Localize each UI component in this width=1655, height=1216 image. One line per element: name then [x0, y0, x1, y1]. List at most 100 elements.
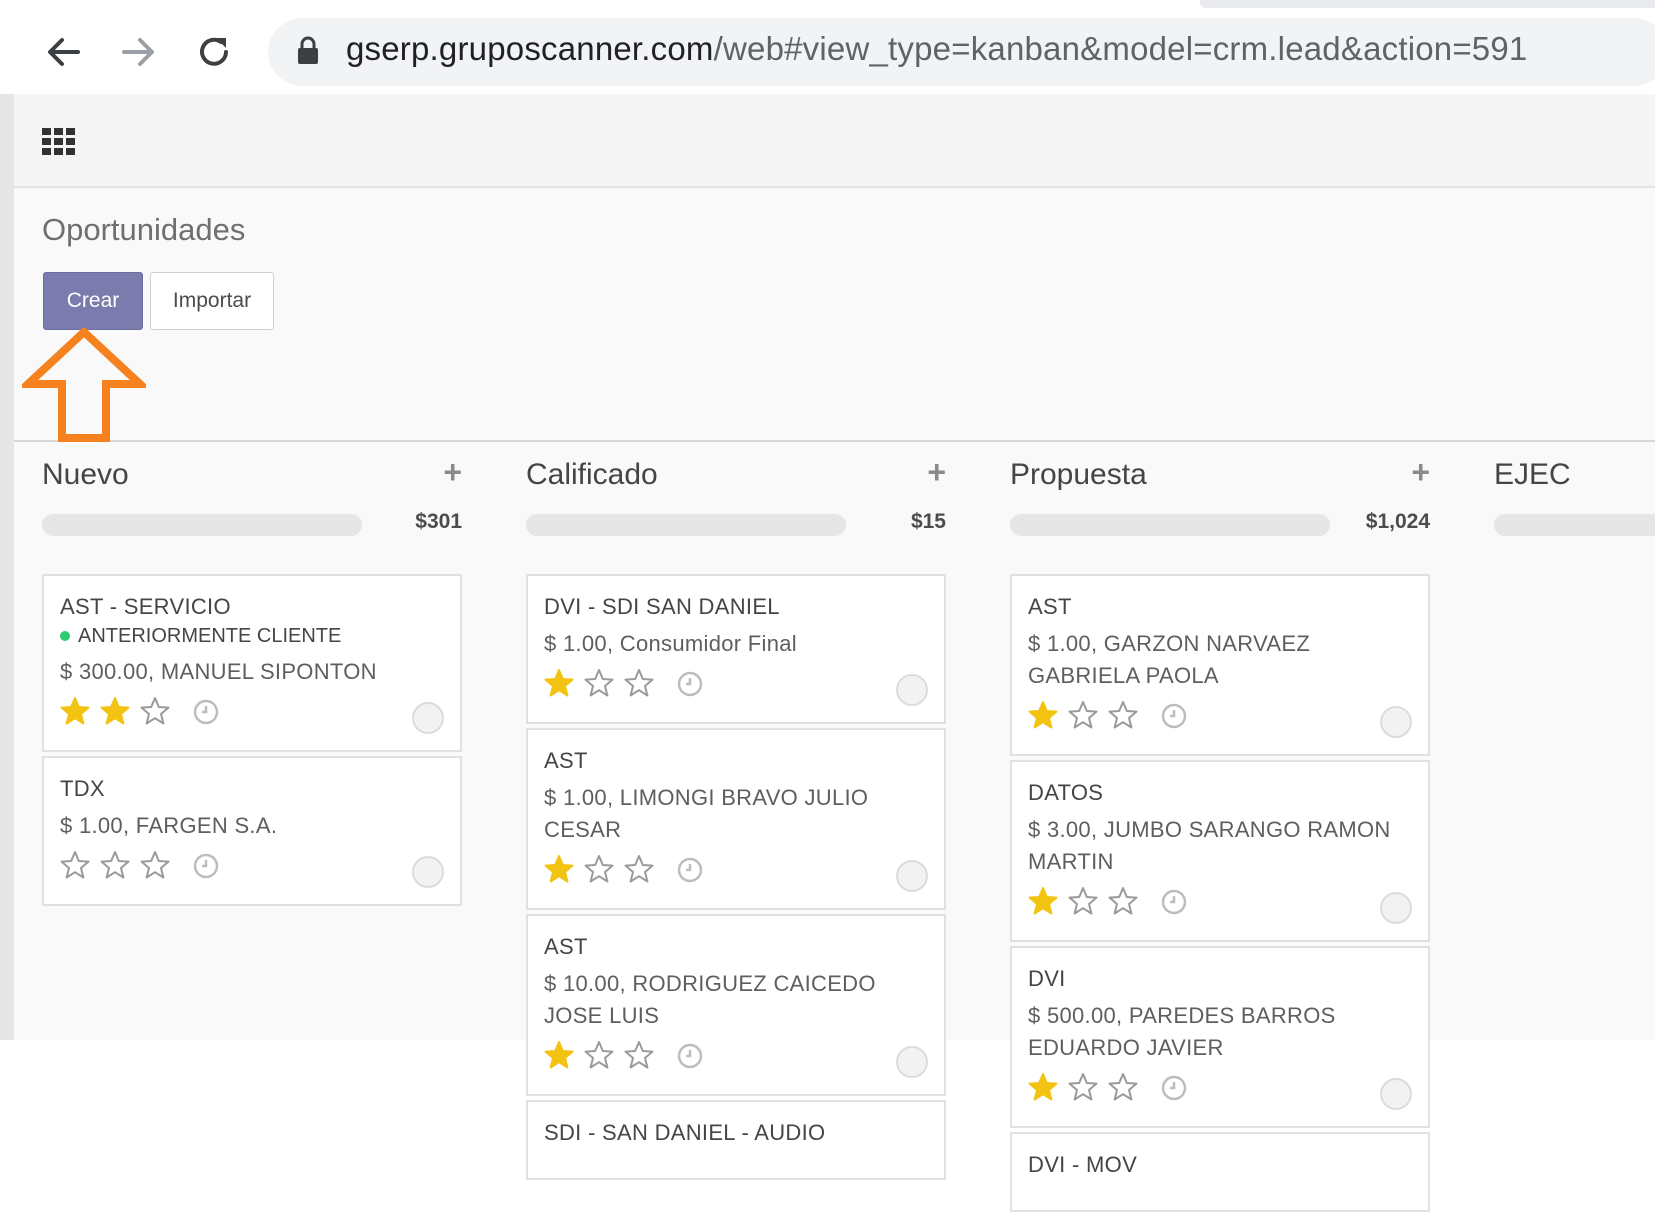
- card-tag: ANTERIORMENTE CLIENTE: [60, 622, 444, 650]
- kanban-card[interactable]: SDI - SAN DANIEL - AUDIO: [526, 1100, 946, 1180]
- column-progress-bar[interactable]: [1010, 514, 1330, 536]
- kanban-card[interactable]: DVI - MOV: [1010, 1132, 1430, 1212]
- kanban-card[interactable]: AST $ 1.00, LIMONGI BRAVO JULIO CESAR: [526, 728, 946, 910]
- star-empty-icon[interactable]: [584, 668, 614, 698]
- avatar: [896, 674, 928, 706]
- star-filled-icon[interactable]: [1028, 700, 1058, 730]
- star-empty-icon[interactable]: [1108, 700, 1138, 730]
- priority-stars[interactable]: [1028, 1072, 1138, 1102]
- tag-dot-icon: [60, 631, 70, 641]
- card-footer: [60, 694, 444, 734]
- card-info: $ 300.00, MANUEL SIPONTON: [60, 659, 377, 684]
- column-add-button[interactable]: +: [927, 454, 946, 491]
- priority-stars[interactable]: [1028, 700, 1138, 730]
- window-edge: [0, 94, 14, 1040]
- star-empty-icon[interactable]: [140, 850, 170, 880]
- star-filled-icon[interactable]: [544, 668, 574, 698]
- kanban-column-ejec: EJEC: [1494, 444, 1655, 564]
- card-footer: [1028, 698, 1412, 738]
- column-progress-bar[interactable]: [526, 514, 846, 536]
- column-add-button[interactable]: +: [1411, 454, 1430, 491]
- column-add-button[interactable]: +: [443, 454, 462, 491]
- clock-icon[interactable]: [1160, 702, 1188, 730]
- arrow-right-icon: [122, 38, 154, 66]
- card-title: SDI - SAN DANIEL - AUDIO: [544, 1120, 826, 1145]
- avatar: [896, 860, 928, 892]
- column-progress-bar[interactable]: [42, 514, 362, 536]
- card-footer: [544, 1038, 928, 1078]
- card-title: DVI - MOV: [1028, 1152, 1138, 1177]
- star-empty-icon[interactable]: [1108, 886, 1138, 916]
- main-navbar: [14, 94, 1655, 188]
- card-title: DVI: [1028, 966, 1066, 991]
- import-button[interactable]: Importar: [150, 272, 274, 330]
- card-info: $ 1.00, GARZON NARVAEZ GABRIELA PAOLA: [1028, 631, 1311, 688]
- priority-stars[interactable]: [544, 668, 654, 698]
- priority-stars[interactable]: [60, 850, 170, 880]
- star-empty-icon[interactable]: [1068, 1072, 1098, 1102]
- star-empty-icon[interactable]: [1108, 1072, 1138, 1102]
- priority-stars[interactable]: [544, 854, 654, 884]
- avatar: [1380, 706, 1412, 738]
- clock-icon[interactable]: [676, 670, 704, 698]
- column-title: EJEC: [1494, 458, 1571, 491]
- clock-icon[interactable]: [1160, 1074, 1188, 1102]
- card-info: $ 1.00, LIMONGI BRAVO JULIO CESAR: [544, 785, 869, 842]
- star-empty-icon[interactable]: [140, 696, 170, 726]
- avatar: [1380, 892, 1412, 924]
- kanban-card[interactable]: DVI - SDI SAN DANIEL $ 1.00, Consumidor …: [526, 574, 946, 724]
- star-empty-icon[interactable]: [1068, 886, 1098, 916]
- back-button[interactable]: [40, 28, 88, 76]
- column-title: Propuesta: [1010, 458, 1147, 491]
- star-empty-icon[interactable]: [624, 668, 654, 698]
- clock-icon[interactable]: [192, 698, 220, 726]
- forward-button[interactable]: [114, 28, 162, 76]
- star-empty-icon[interactable]: [60, 850, 90, 880]
- clock-icon[interactable]: [192, 852, 220, 880]
- create-button[interactable]: Crear: [43, 272, 143, 330]
- kanban-card[interactable]: DATOS $ 3.00, JUMBO SARANGO RAMON MARTIN: [1010, 760, 1430, 942]
- avatar: [1380, 1078, 1412, 1110]
- apps-grid-icon[interactable]: [42, 128, 76, 156]
- clock-icon[interactable]: [1160, 888, 1188, 916]
- star-filled-icon[interactable]: [100, 696, 130, 726]
- star-empty-icon[interactable]: [100, 850, 130, 880]
- card-footer: [1028, 884, 1412, 924]
- url-text[interactable]: gserp.gruposcanner.com/web#view_type=kan…: [346, 30, 1527, 68]
- kanban-card[interactable]: TDX $ 1.00, FARGEN S.A.: [42, 756, 462, 906]
- annotation-arrow-icon: [22, 328, 146, 442]
- kanban-card[interactable]: DVI $ 500.00, PAREDES BARROS EDUARDO JAV…: [1010, 946, 1430, 1128]
- star-filled-icon[interactable]: [60, 696, 90, 726]
- column-total: $301: [415, 510, 462, 533]
- clock-icon[interactable]: [676, 1042, 704, 1070]
- url-path: /web#view_type=kanban&model=crm.lead&act…: [713, 30, 1528, 67]
- card-title: AST: [544, 934, 588, 959]
- star-filled-icon[interactable]: [544, 1040, 574, 1070]
- card-title: DATOS: [1028, 780, 1104, 805]
- star-filled-icon[interactable]: [1028, 886, 1058, 916]
- priority-stars[interactable]: [544, 1040, 654, 1070]
- kanban-card[interactable]: AST - SERVICIO ANTERIORMENTE CLIENTE $ 3…: [42, 574, 462, 752]
- star-empty-icon[interactable]: [584, 1040, 614, 1070]
- card-footer: [1028, 1070, 1412, 1110]
- clock-icon[interactable]: [676, 856, 704, 884]
- kanban-card[interactable]: AST $ 10.00, RODRIGUEZ CAICEDO JOSE LUIS: [526, 914, 946, 1096]
- tab-strip-edge: [1200, 0, 1655, 8]
- star-empty-icon[interactable]: [584, 854, 614, 884]
- priority-stars[interactable]: [60, 696, 170, 726]
- avatar: [412, 702, 444, 734]
- column-total: $1,024: [1365, 510, 1430, 533]
- star-empty-icon[interactable]: [1068, 700, 1098, 730]
- star-empty-icon[interactable]: [624, 854, 654, 884]
- url-host: gserp.gruposcanner.com: [346, 30, 714, 67]
- kanban-card[interactable]: AST $ 1.00, GARZON NARVAEZ GABRIELA PAOL…: [1010, 574, 1430, 756]
- star-empty-icon[interactable]: [624, 1040, 654, 1070]
- column-progress-bar[interactable]: [1494, 514, 1655, 536]
- avatar: [412, 856, 444, 888]
- star-filled-icon[interactable]: [544, 854, 574, 884]
- reload-icon: [200, 37, 228, 66]
- star-filled-icon[interactable]: [1028, 1072, 1058, 1102]
- priority-stars[interactable]: [1028, 886, 1138, 916]
- column-title: Calificado: [526, 458, 658, 491]
- reload-button[interactable]: [190, 28, 238, 76]
